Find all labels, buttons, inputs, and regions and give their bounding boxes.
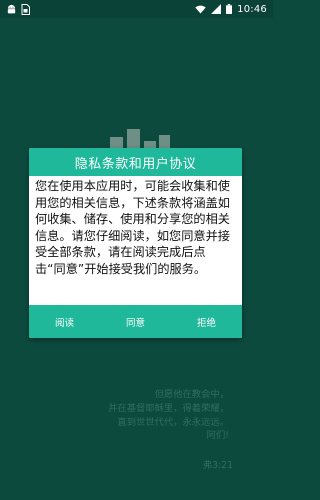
verse-text: 但愿他在教会中， 并在基督耶稣里，得着荣耀， 直到世世代代，永永远远。 阿们! [29,388,229,443]
status-bar: 10:46 [0,0,273,18]
battery-icon [226,4,233,14]
status-right: 10:46 [195,4,267,15]
verse-line: 并在基督耶稣里，得着荣耀， [108,402,229,414]
dialog-actions: 阅读 同意 拒绝 [29,305,242,338]
signal-icon [211,4,222,14]
status-left [6,3,30,15]
status-time: 10:46 [237,3,267,15]
verse-line: 直到世世代代，永永远远。 [117,416,229,428]
wifi-icon [195,5,206,14]
read-button[interactable]: 阅读 [29,315,100,329]
verse-line: 但愿他在教会中， [154,389,229,400]
dialog-title: 隐私条款和用户协议 [29,148,242,176]
agree-button[interactable]: 同意 [100,315,171,329]
reject-button[interactable]: 拒绝 [171,315,242,329]
dialog-body: 您在使用本应用时，可能会收集和使用您的相关信息，下述条款将涵盖如何收集、储存、使… [35,179,230,276]
verse-reference: 弗3:21 [202,460,233,471]
privacy-dialog: 隐私条款和用户协议 您在使用本应用时，可能会收集和使用您的相关信息，下述条款将涵… [29,148,242,338]
sim-card-icon [21,3,30,15]
verse-line: 阿们! [206,430,229,442]
android-icon [7,4,16,13]
